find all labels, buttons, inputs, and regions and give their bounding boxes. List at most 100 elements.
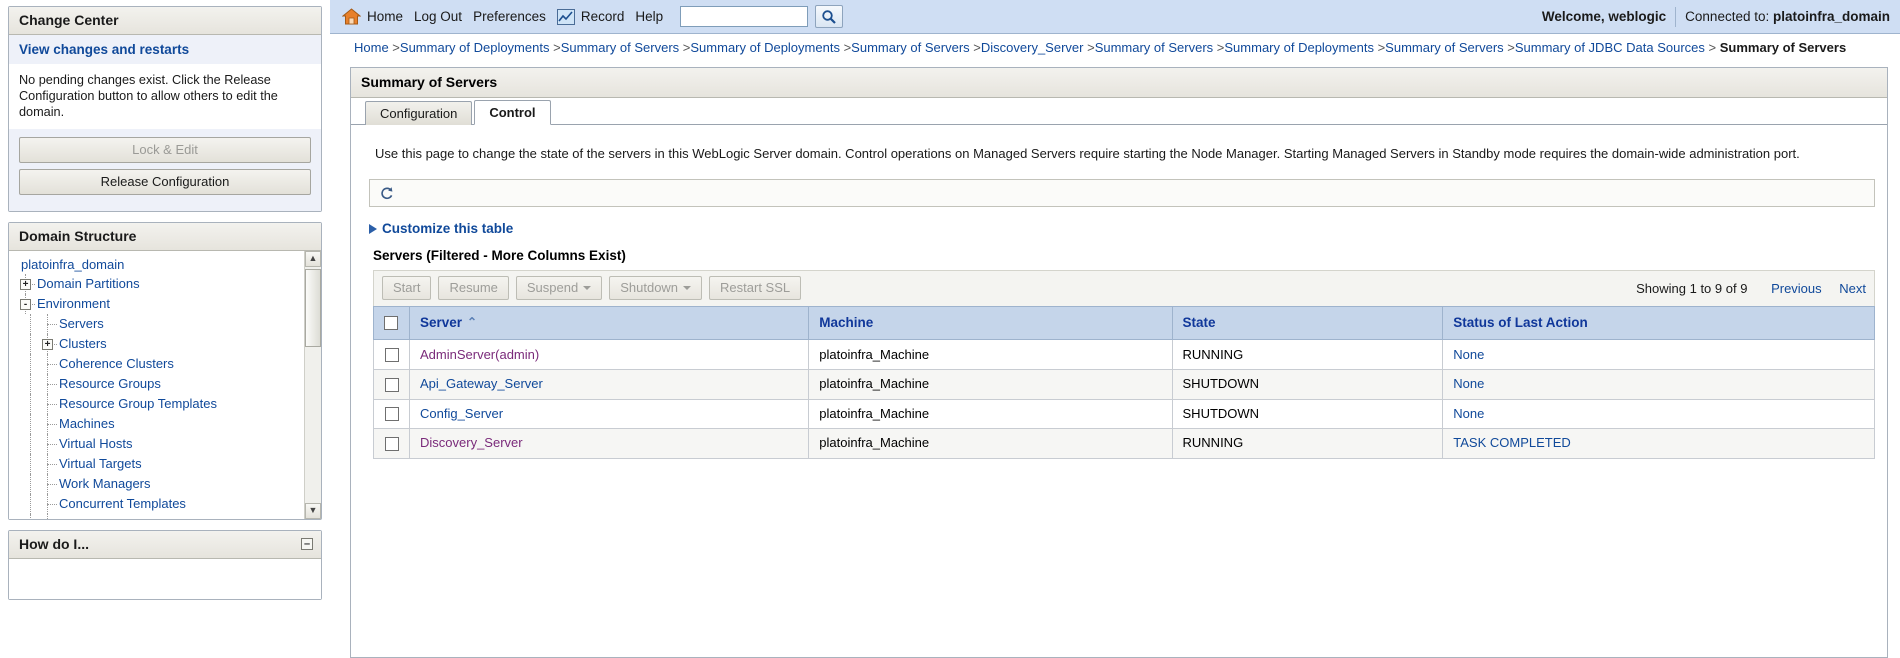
- tree-item-machines[interactable]: Machines: [19, 414, 299, 434]
- status-link[interactable]: None: [1453, 406, 1484, 421]
- column-header-machine[interactable]: Machine: [808, 305, 1173, 341]
- breadcrumb-link-3[interactable]: Summary of Deployments: [690, 40, 840, 55]
- refresh-icon[interactable]: [379, 186, 394, 201]
- collapse-icon[interactable]: –: [301, 538, 313, 550]
- tree-item-virtual-targets[interactable]: Virtual Targets: [19, 454, 299, 474]
- table-row: Config_Server platoinfra_Machine SHUTDOWN N…: [373, 398, 1875, 430]
- lock-and-edit-button[interactable]: Lock & Edit: [19, 137, 311, 163]
- row-checkbox[interactable]: [384, 407, 399, 422]
- row-select-cell: [373, 428, 410, 459]
- tree-item-label[interactable]: Servers: [59, 314, 104, 334]
- status-link[interactable]: None: [1453, 347, 1484, 362]
- start-button[interactable]: Start: [382, 276, 432, 300]
- resume-button[interactable]: Resume: [438, 276, 509, 300]
- tree-item-coherence-clusters[interactable]: Coherence Clusters: [19, 354, 299, 374]
- tree-collapse-icon[interactable]: -: [20, 299, 31, 310]
- status-link[interactable]: None: [1453, 376, 1484, 391]
- tab-control[interactable]: Control: [474, 100, 551, 125]
- tree-expand-icon[interactable]: +: [42, 339, 53, 350]
- nav-preferences-link[interactable]: Preferences: [473, 9, 546, 24]
- server-link[interactable]: Api_Gateway_Server: [420, 376, 543, 391]
- scrollbar-up-arrow[interactable]: ▲: [305, 251, 321, 267]
- tree-item-label[interactable]: Work Managers: [59, 474, 151, 494]
- tree-item-resource-group-templates[interactable]: Resource Group Templates: [19, 394, 299, 414]
- scrollbar-down-arrow[interactable]: ▼: [305, 503, 321, 519]
- tree-item-environment[interactable]: - Environment: [19, 294, 299, 314]
- breadcrumb-separator: >: [969, 40, 981, 55]
- restart-ssl-button[interactable]: Restart SSL: [709, 276, 802, 300]
- select-all-checkbox[interactable]: [384, 316, 398, 331]
- tree-item-servers[interactable]: Servers: [19, 314, 299, 334]
- search-input[interactable]: [680, 6, 809, 27]
- tree-item-label[interactable]: Clusters: [59, 334, 107, 354]
- domain-structure-header: Domain Structure: [9, 223, 321, 251]
- tree-item-concurrent-templates[interactable]: Concurrent Templates: [19, 494, 299, 514]
- breadcrumb-link-5[interactable]: Discovery_Server: [981, 40, 1084, 55]
- servers-table-zone: Start Resume Suspend Shutdown Restart SSL Sh…: [351, 270, 1887, 459]
- next-page-link[interactable]: Next: [1839, 281, 1866, 296]
- nav-home-link[interactable]: Home: [367, 9, 403, 24]
- breadcrumb-link-1[interactable]: Summary of Deployments: [400, 40, 550, 55]
- tree-item-resource-management[interactable]: Resource Management: [19, 514, 299, 519]
- cell-machine: platoinfra_Machine: [808, 398, 1173, 430]
- tree-item-label[interactable]: Virtual Hosts: [59, 434, 132, 454]
- server-link[interactable]: Discovery_Server: [420, 435, 523, 450]
- tree-item-clusters[interactable]: + Clusters: [19, 334, 299, 354]
- breadcrumb-link-0[interactable]: Home: [354, 40, 389, 55]
- tree-item-label[interactable]: Resource Group Templates: [59, 394, 217, 414]
- tree-item-label[interactable]: Machines: [59, 414, 115, 434]
- column-header-server[interactable]: Server ⌃: [408, 305, 810, 341]
- server-link[interactable]: AdminServer(admin): [420, 347, 539, 362]
- tab-configuration[interactable]: Configuration: [365, 101, 473, 125]
- scrollbar-thumb[interactable]: [305, 269, 321, 347]
- breadcrumb-link-6[interactable]: Summary of Servers: [1095, 40, 1213, 55]
- nav-record-link[interactable]: Record: [581, 9, 625, 24]
- tree-item-label[interactable]: Coherence Clusters: [59, 354, 174, 374]
- release-configuration-button[interactable]: Release Configuration: [19, 169, 311, 195]
- search-button[interactable]: [815, 5, 844, 28]
- nav-logout-link[interactable]: Log Out: [414, 9, 462, 24]
- cell-server-name: Api_Gateway_Server: [408, 369, 810, 400]
- tree-item-resource-groups[interactable]: Resource Groups: [19, 374, 299, 394]
- tree-item-label[interactable]: Environment: [37, 294, 110, 314]
- servers-table: Server ⌃ Machine State Status of Last Act…: [373, 305, 1875, 459]
- select-all-header: [373, 305, 410, 341]
- main-region: Home Log Out Preferences Record Help Wel…: [330, 0, 1900, 658]
- summary-of-servers-card: Summary of Servers Configuration Control …: [350, 67, 1888, 658]
- tree-item-label[interactable]: Resource Management: [59, 514, 194, 519]
- breadcrumb-link-8[interactable]: Summary of Servers: [1385, 40, 1503, 55]
- tree-guide-line: [30, 334, 31, 354]
- row-checkbox[interactable]: [384, 348, 399, 362]
- customize-this-table-link[interactable]: Customize this table: [382, 221, 513, 236]
- previous-page-link[interactable]: Previous: [1771, 281, 1822, 296]
- tree-root-domain[interactable]: platoinfra_domain: [19, 257, 299, 274]
- breadcrumb-link-2[interactable]: Summary of Servers: [561, 40, 679, 55]
- row-checkbox[interactable]: [384, 436, 399, 451]
- tree-item-label[interactable]: Resource Groups: [59, 374, 161, 394]
- breadcrumb-link-7[interactable]: Summary of Deployments: [1224, 40, 1374, 55]
- tree-item-work-managers[interactable]: Work Managers: [19, 474, 299, 494]
- nav-help-link[interactable]: Help: [635, 9, 663, 24]
- table-caption: Servers (Filtered - More Columns Exist): [373, 248, 626, 263]
- tree-item-domain-partitions[interactable]: + Domain Partitions: [19, 274, 299, 294]
- server-link[interactable]: Config_Server: [420, 406, 503, 421]
- tree-item-label[interactable]: Domain Partitions: [37, 274, 140, 294]
- tree-scrollbar[interactable]: ▲ ▼: [304, 251, 321, 519]
- breadcrumb-link-4[interactable]: Summary of Servers: [851, 40, 969, 55]
- breadcrumb-separator: >: [839, 40, 852, 55]
- shutdown-button[interactable]: Shutdown: [609, 276, 703, 300]
- button-label: Shutdown: [620, 280, 679, 295]
- tree-item-virtual-hosts[interactable]: Virtual Hosts: [19, 434, 299, 454]
- tree-guide-line: [47, 514, 48, 519]
- column-header-status[interactable]: Status of Last Action: [1442, 305, 1875, 341]
- row-checkbox[interactable]: [384, 377, 399, 392]
- tree-item-label[interactable]: Concurrent Templates: [59, 494, 186, 514]
- tree-item-label[interactable]: Virtual Targets: [59, 454, 142, 474]
- tree-expand-icon[interactable]: +: [20, 279, 31, 290]
- view-changes-and-restarts-link[interactable]: View changes and restarts: [19, 42, 189, 57]
- suspend-button[interactable]: Suspend: [515, 276, 603, 300]
- status-link[interactable]: TASK COMPLETED: [1453, 435, 1571, 450]
- column-header-state[interactable]: State: [1171, 305, 1444, 341]
- expand-triangle-icon[interactable]: [369, 224, 377, 234]
- breadcrumb-link-9[interactable]: Summary of JDBC Data Sources: [1515, 40, 1705, 55]
